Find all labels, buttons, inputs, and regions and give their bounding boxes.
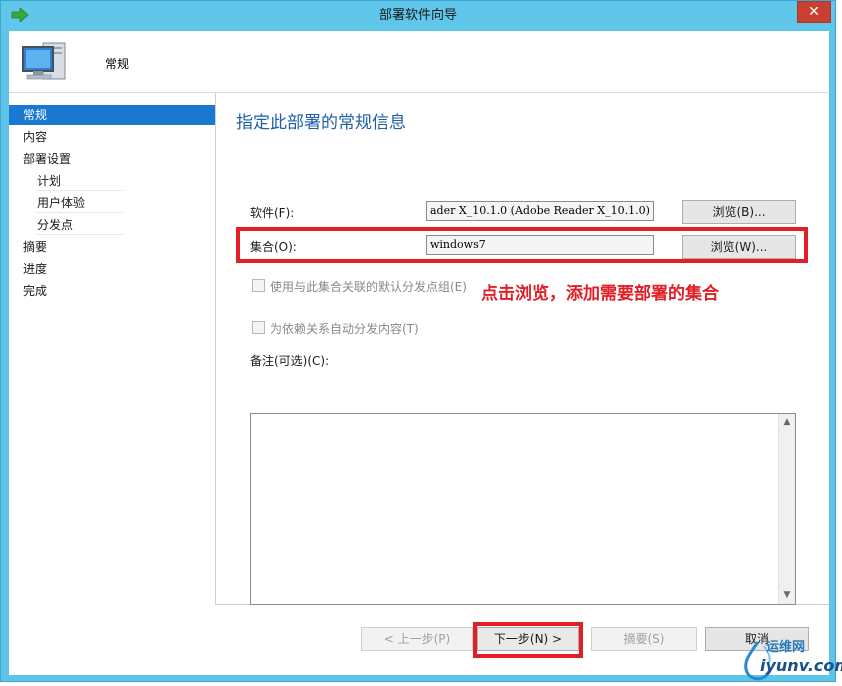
auto-distribute-checkbox-label: 为依赖关系自动分发内容(T) bbox=[270, 322, 419, 336]
comments-textarea[interactable]: ▲ ▼ bbox=[250, 413, 796, 605]
computer-icon bbox=[22, 42, 66, 80]
title-bar[interactable]: 部署软件向导 ✕ bbox=[1, 1, 835, 31]
default-dp-checkbox[interactable] bbox=[252, 279, 265, 292]
wizard-footer: < 上一步(P) 下一步(N) > 摘要(S) 取消 bbox=[215, 605, 829, 675]
nav-item-summary[interactable]: 摘要 bbox=[23, 237, 47, 257]
wizard-header: 常规 bbox=[9, 31, 829, 93]
previous-button[interactable]: < 上一步(P) bbox=[361, 627, 473, 651]
software-label: 软件(F): bbox=[250, 206, 295, 220]
watermark: 运维网 iyunv.com bbox=[738, 636, 842, 686]
header-page-name: 常规 bbox=[105, 57, 130, 71]
nav-item-distribution-points[interactable]: 分发点 bbox=[37, 215, 123, 235]
nav-item-content[interactable]: 内容 bbox=[23, 127, 47, 147]
wizard-nav: 常规 内容 部署设置 计划 用户体验 分发点 摘要 进度 完成 bbox=[9, 105, 215, 675]
scroll-down-icon[interactable]: ▼ bbox=[779, 587, 795, 604]
comments-scrollbar[interactable]: ▲ ▼ bbox=[778, 414, 795, 604]
comments-text bbox=[251, 414, 795, 420]
nav-item-schedule[interactable]: 计划 bbox=[37, 171, 123, 191]
wizard-window: 部署软件向导 ✕ 常规 常规 内容 部署设置 计划 用户体验 分发点 摘要 进度 bbox=[0, 0, 836, 682]
nav-item-deployment-settings[interactable]: 部署设置 bbox=[23, 149, 71, 169]
main-panel: 指定此部署的常规信息 软件(F): ader X_10.1.0 (Adobe R… bbox=[215, 93, 829, 605]
instruction-annotation: 点击浏览，添加需要部署的集合 bbox=[481, 284, 719, 304]
nav-item-completion[interactable]: 完成 bbox=[23, 281, 47, 301]
software-field[interactable]: ader X_10.1.0 (Adobe Reader X_10.1.0) bbox=[426, 201, 654, 221]
auto-distribute-checkbox[interactable] bbox=[252, 321, 265, 334]
watermark-line1: 运维网 bbox=[766, 640, 806, 655]
next-highlight-box bbox=[473, 622, 583, 658]
window-title: 部署软件向导 bbox=[378, 8, 457, 23]
close-button[interactable]: ✕ bbox=[797, 1, 831, 23]
wizard-client: 常规 常规 内容 部署设置 计划 用户体验 分发点 摘要 进度 完成 指定此部署… bbox=[9, 31, 829, 675]
watermark-line2: iyunv.com bbox=[760, 656, 842, 675]
default-dp-checkbox-label: 使用与此集合关联的默认分发点组(E) bbox=[270, 280, 467, 294]
collection-highlight-box bbox=[236, 227, 808, 263]
browse-software-button[interactable]: 浏览(B)... bbox=[682, 200, 796, 224]
nav-item-progress[interactable]: 进度 bbox=[23, 259, 47, 279]
nav-item-general[interactable]: 常规 bbox=[9, 105, 215, 125]
scroll-up-icon[interactable]: ▲ bbox=[779, 414, 795, 431]
comments-label: 备注(可选)(C): bbox=[250, 354, 330, 368]
page-heading: 指定此部署的常规信息 bbox=[236, 113, 406, 133]
summary-button[interactable]: 摘要(S) bbox=[591, 627, 697, 651]
nav-item-user-experience[interactable]: 用户体验 bbox=[37, 193, 123, 213]
